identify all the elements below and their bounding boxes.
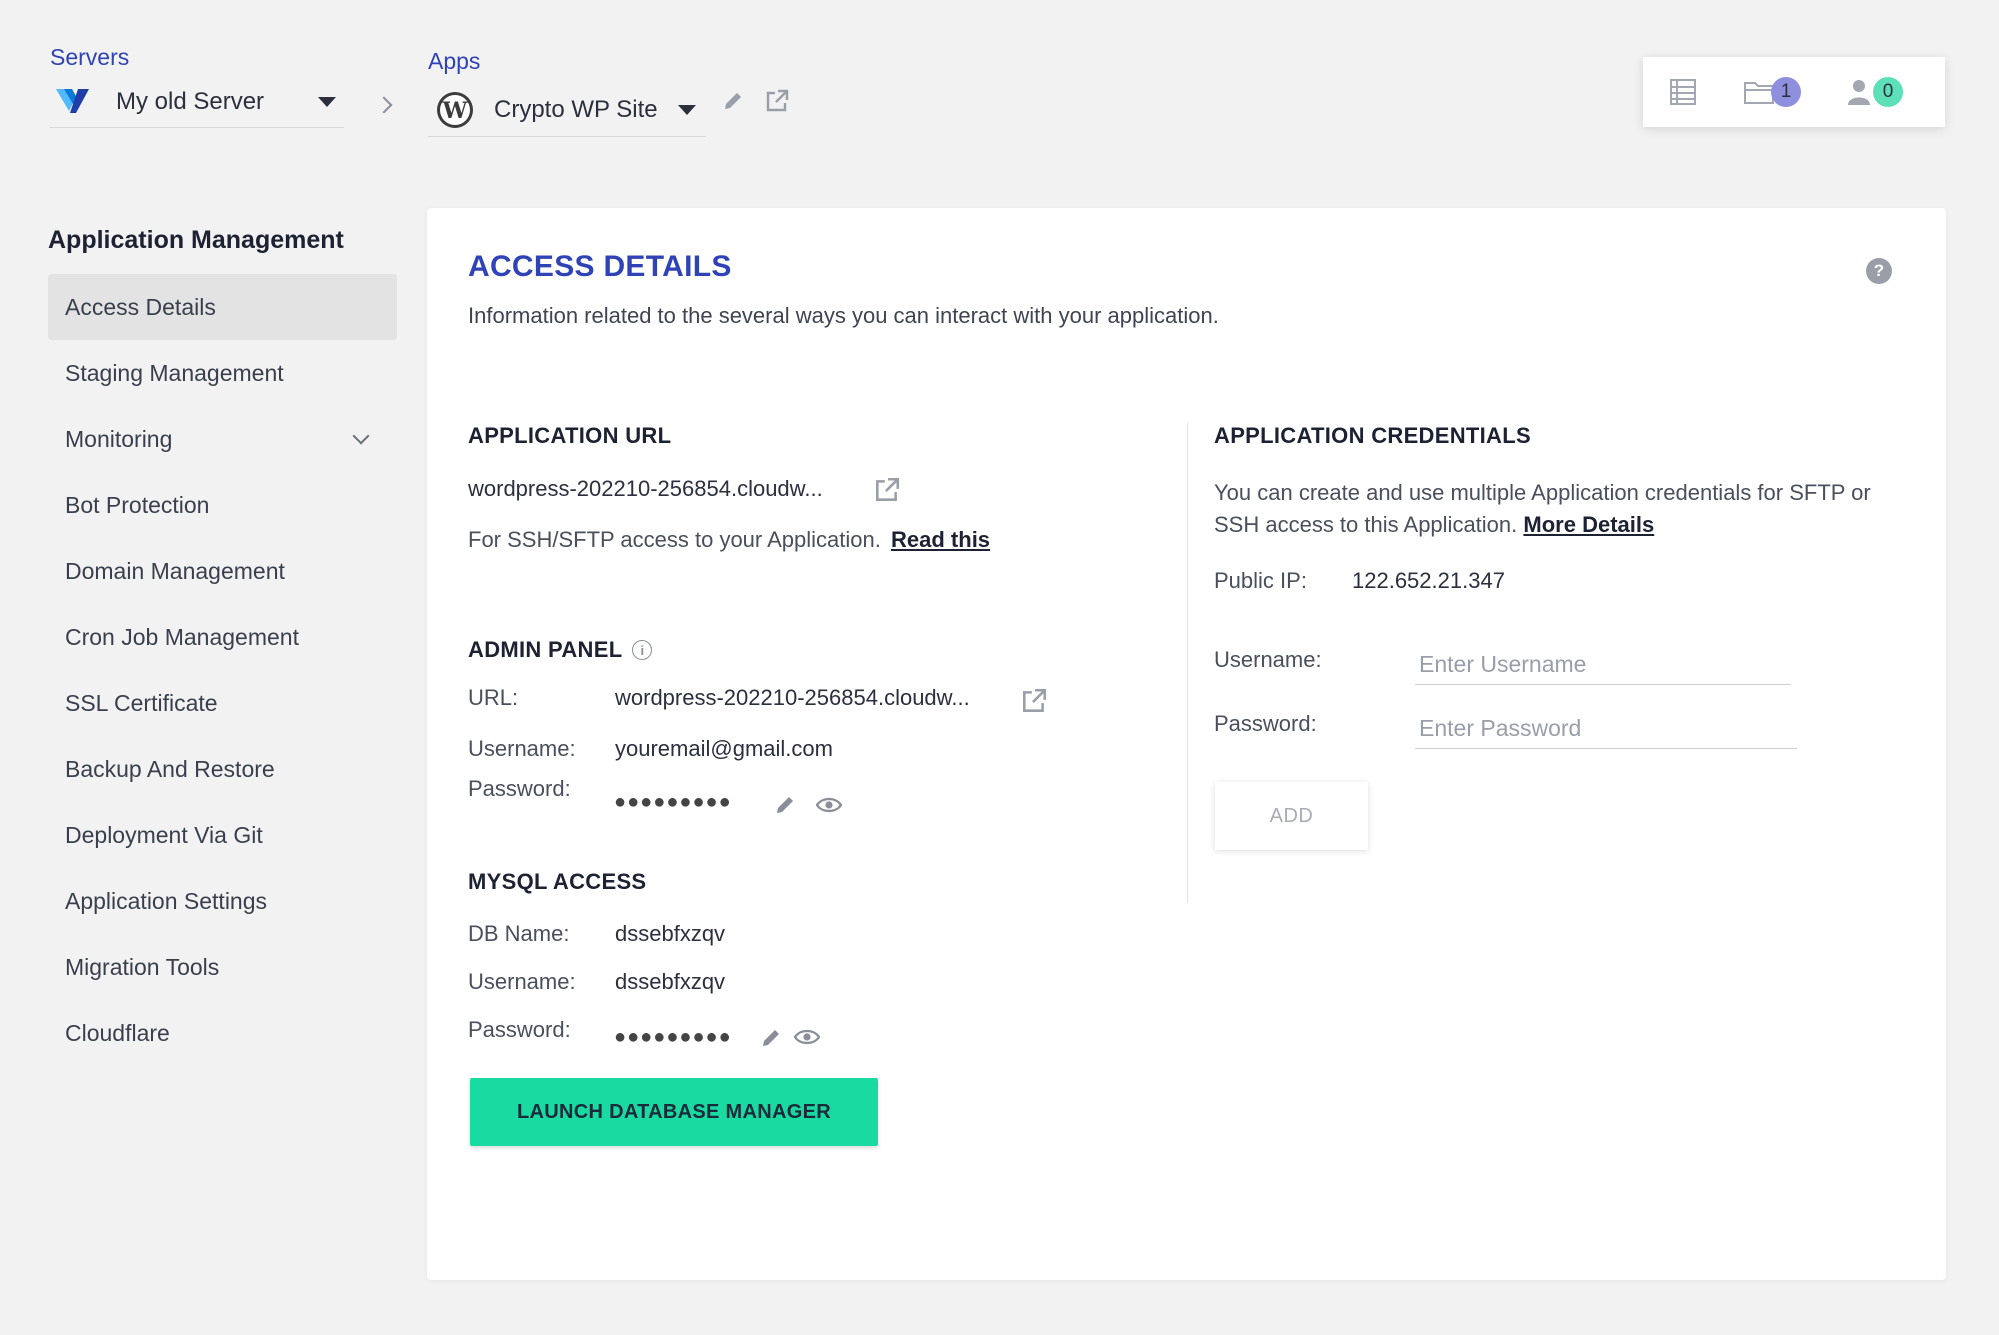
app-selector[interactable]: W Crypto WP Site — [428, 83, 706, 137]
sidebar-item-ssl-certificate[interactable]: SSL Certificate — [48, 670, 397, 736]
server-caret-icon[interactable] — [318, 96, 336, 107]
application-url[interactable]: wordpress-202210-256854.cloudw... — [468, 476, 823, 502]
admin-password-mask: ●●●●●●●●● — [614, 791, 732, 813]
cred-username-label: Username: — [1214, 647, 1322, 672]
page-subtitle: Information related to the several ways … — [468, 303, 1219, 328]
sidebar-item-label: Deployment Via Git — [65, 821, 263, 848]
column-divider — [1187, 423, 1188, 903]
files-button[interactable]: 1 — [1743, 77, 1801, 107]
sidebar-item-migration-tools[interactable]: Migration Tools — [48, 934, 397, 1000]
server-selector[interactable]: My old Server — [50, 76, 344, 128]
sidebar-item-label: Domain Management — [65, 557, 285, 584]
show-admin-password-icon[interactable] — [815, 796, 843, 819]
page-title: ACCESS DETAILS — [468, 250, 732, 283]
sidebar-item-cron-job-management[interactable]: Cron Job Management — [48, 604, 397, 670]
sidebar-item-access-details[interactable]: Access Details — [48, 274, 397, 340]
credentials-heading: APPLICATION CREDENTIALS — [1214, 423, 1531, 448]
sidebar-item-label: Cron Job Management — [65, 623, 299, 650]
edit-admin-password-icon[interactable] — [774, 794, 796, 821]
sidebar-item-label: Migration Tools — [65, 953, 220, 980]
credentials-description-block: You can create and use multiple Applicat… — [1214, 477, 1914, 541]
sidebar-nav: Access Details Staging Management Monito… — [48, 274, 397, 1066]
svg-text:W: W — [442, 98, 468, 124]
sidebar-item-label: Bot Protection — [65, 491, 210, 518]
sidebar-item-cloudflare[interactable]: Cloudflare — [48, 1000, 397, 1066]
launch-database-manager-button[interactable]: LAUNCH DATABASE MANAGER — [470, 1078, 878, 1146]
application-url-heading: APPLICATION URL — [468, 423, 672, 448]
edit-app-icon[interactable] — [722, 90, 744, 117]
vultr-logo-icon — [56, 87, 90, 117]
files-badge: 1 — [1771, 77, 1801, 107]
db-password-mask: ●●●●●●●●● — [614, 1026, 732, 1048]
db-name-label: DB Name: — [468, 921, 570, 946]
admin-panel-heading-row: ADMIN PANEL i — [468, 637, 653, 663]
sidebar-item-staging-management[interactable]: Staging Management — [48, 340, 397, 406]
sidebar-item-monitoring[interactable]: Monitoring — [48, 406, 397, 472]
chevron-down-icon[interactable] — [352, 427, 370, 445]
sidebar-item-label: Access Details — [65, 293, 216, 320]
sidebar-item-application-settings[interactable]: Application Settings — [48, 868, 397, 934]
public-ip-label: Public IP: — [1214, 568, 1307, 593]
sidebar-item-deployment-via-git[interactable]: Deployment Via Git — [48, 802, 397, 868]
open-app-url-icon[interactable] — [873, 476, 901, 509]
help-icon[interactable]: ? — [1866, 258, 1892, 284]
open-app-external-icon[interactable] — [764, 88, 790, 119]
top-toolbar: 1 0 — [1643, 57, 1945, 127]
sidebar-item-label: Cloudflare — [65, 1019, 170, 1046]
sidebar-item-label: Backup And Restore — [65, 755, 275, 782]
ssh-access-text: For SSH/SFTP access to your Application. — [468, 527, 881, 552]
chevron-right-icon — [375, 96, 393, 114]
cred-password-input[interactable] — [1415, 709, 1797, 749]
app-caret-icon[interactable] — [678, 104, 696, 115]
admin-panel-heading: ADMIN PANEL — [468, 637, 623, 662]
db-name: dssebfxzqv — [615, 921, 726, 946]
show-db-password-icon[interactable] — [793, 1028, 821, 1051]
users-badge: 0 — [1873, 77, 1903, 107]
db-username: dssebfxzqv — [615, 969, 726, 994]
server-name: My old Server — [116, 87, 265, 115]
sidebar-item-domain-management[interactable]: Domain Management — [48, 538, 397, 604]
db-username-label: Username: — [468, 969, 576, 994]
app-name: Crypto WP Site — [494, 95, 658, 123]
servers-label: Servers — [50, 44, 130, 70]
server-list-icon[interactable] — [1669, 78, 1697, 106]
open-admin-url-icon[interactable] — [1020, 687, 1048, 720]
admin-url[interactable]: wordpress-202210-256854.cloudw... — [615, 685, 970, 711]
sidebar-item-label: SSL Certificate — [65, 689, 218, 716]
sidebar-item-backup-and-restore[interactable]: Backup And Restore — [48, 736, 397, 802]
cred-username-input[interactable] — [1415, 645, 1791, 685]
sidebar-item-bot-protection[interactable]: Bot Protection — [48, 472, 397, 538]
mysql-heading: MYSQL ACCESS — [468, 869, 647, 894]
admin-username-label: Username: — [468, 736, 576, 761]
wordpress-logo-icon: W — [436, 91, 474, 129]
user-icon — [1847, 78, 1871, 106]
edit-db-password-icon[interactable] — [760, 1027, 782, 1054]
add-credential-button[interactable]: ADD — [1215, 782, 1368, 850]
public-ip: 122.652.21.347 — [1352, 568, 1505, 593]
apps-label: Apps — [428, 48, 481, 74]
sidebar-item-label: Application Settings — [65, 887, 268, 914]
info-icon[interactable]: i — [632, 640, 653, 660]
read-this-link[interactable]: Read this — [891, 527, 990, 552]
admin-password-label: Password: — [468, 776, 571, 801]
cred-password-label: Password: — [1214, 711, 1317, 736]
sidebar-title: Application Management — [48, 226, 344, 254]
more-details-link[interactable]: More Details — [1523, 512, 1654, 537]
sidebar-item-label: Staging Management — [65, 359, 284, 386]
sidebar-item-label: Monitoring — [65, 425, 173, 452]
admin-url-label: URL: — [468, 685, 519, 710]
admin-username: youremail@gmail.com — [615, 736, 833, 761]
db-password-label: Password: — [468, 1017, 571, 1042]
users-button[interactable]: 0 — [1847, 77, 1903, 107]
